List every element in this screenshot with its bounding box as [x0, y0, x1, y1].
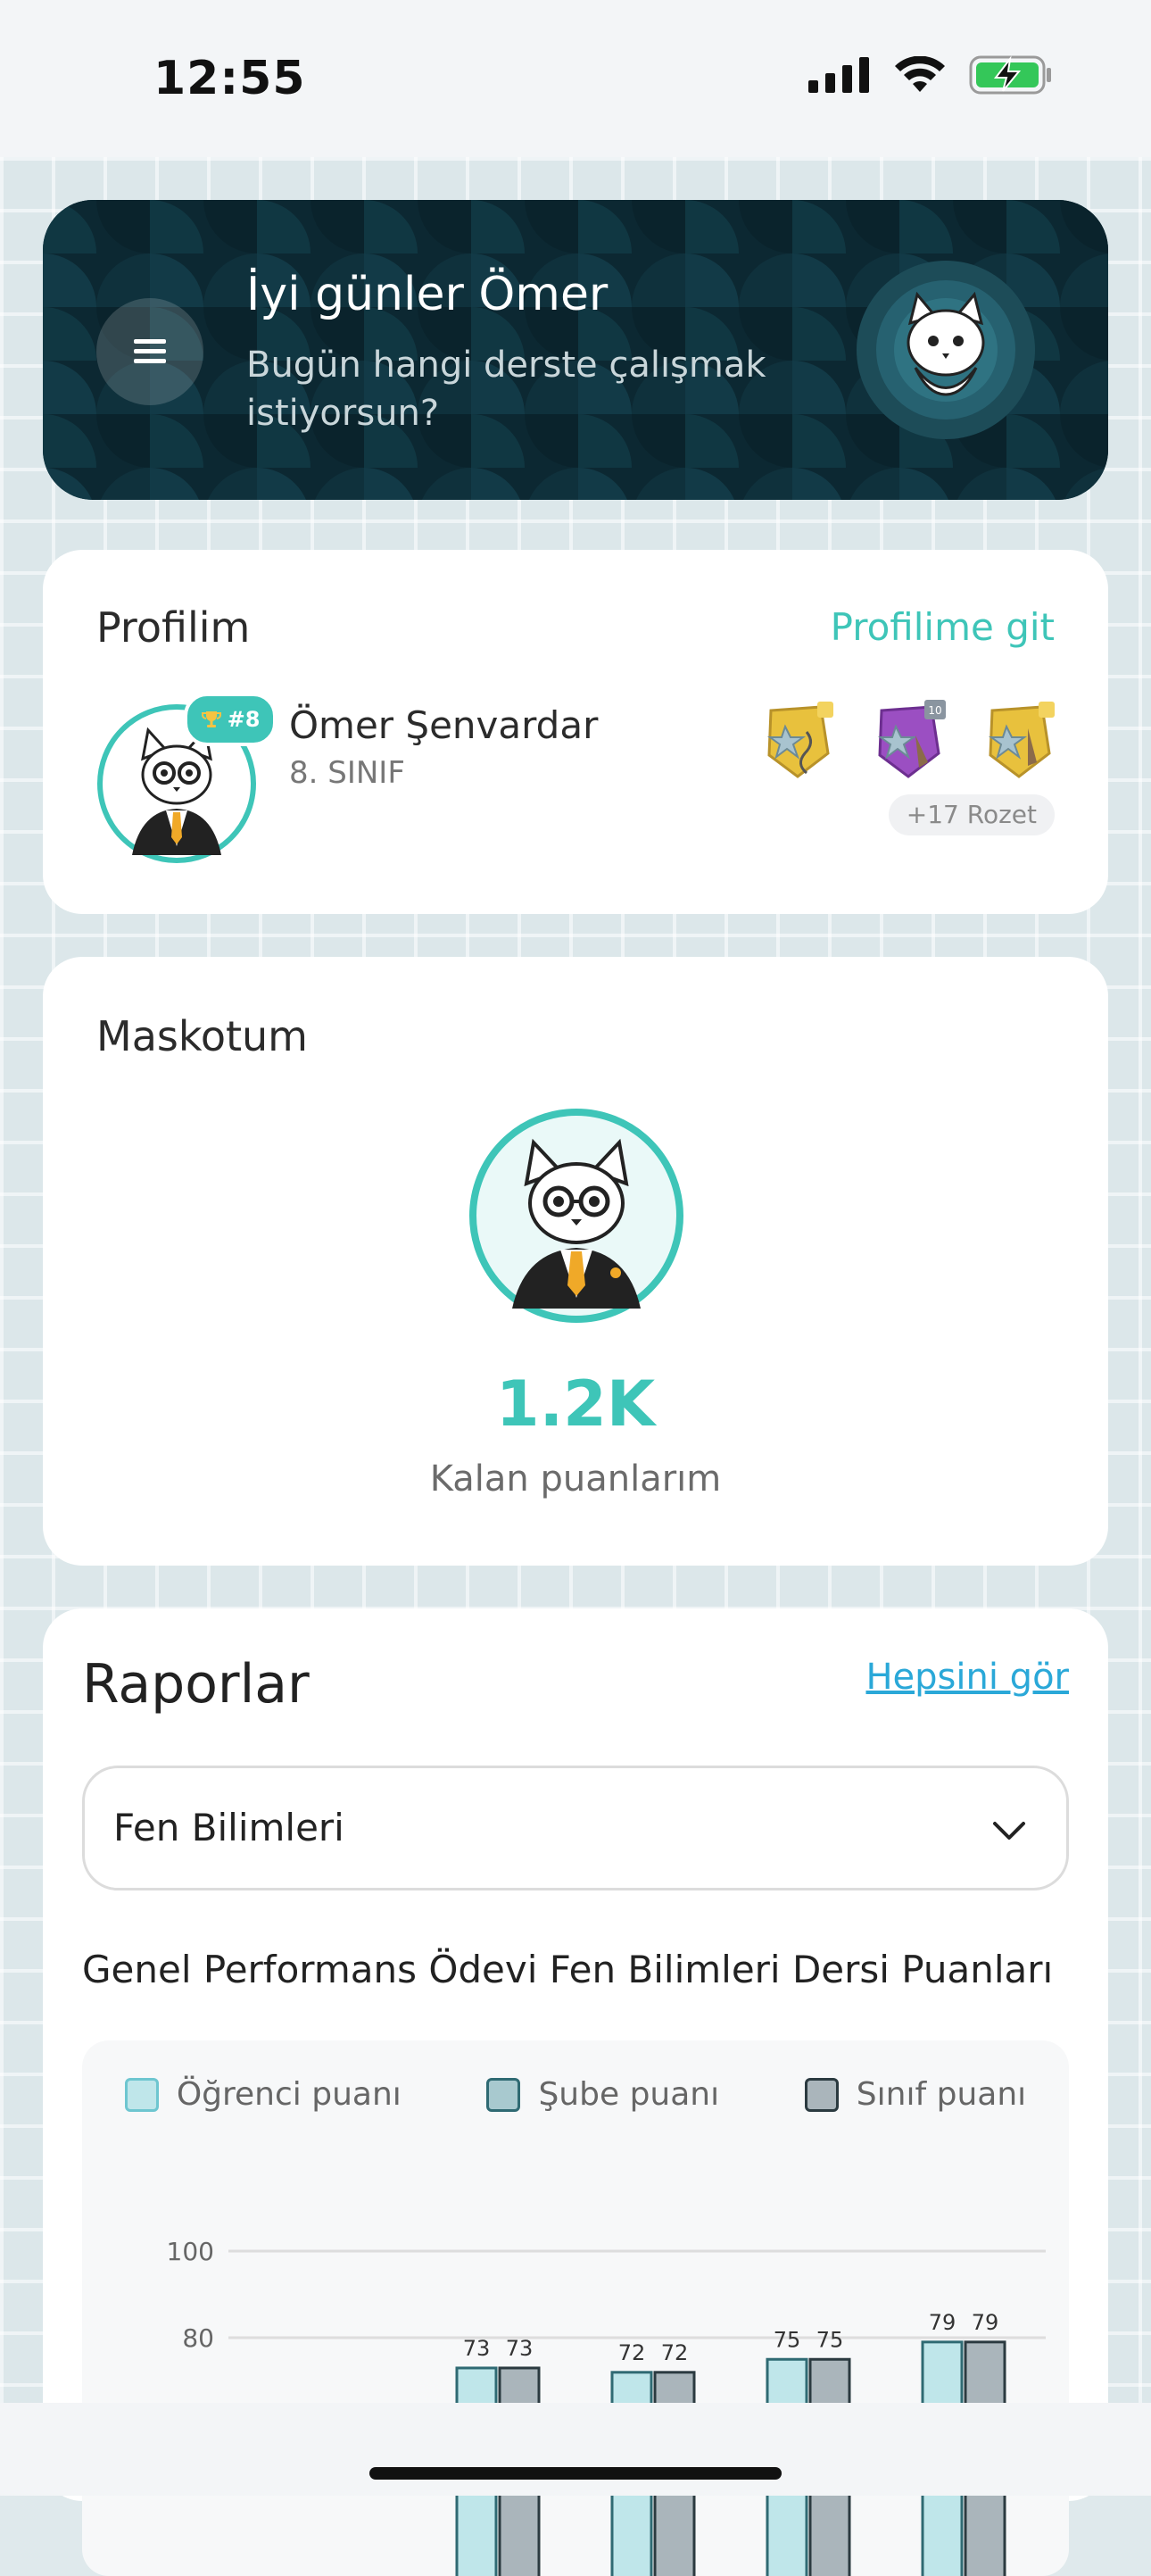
chart-heading: Genel Performans Ödevi Fen Bilimleri Der…: [82, 1948, 1054, 1991]
gold-tool-badge-icon: [988, 702, 1055, 778]
remaining-points-label: Kalan puanlarım: [429, 1458, 722, 1500]
see-all-link[interactable]: Hepsini gör: [865, 1657, 1069, 1698]
greeting-title: İyi günler Ömer: [246, 268, 609, 321]
legend-label-student: Öğrenci puanı: [176, 2076, 402, 2113]
more-badges-chip[interactable]: +17 Rozet: [888, 794, 1055, 835]
rank-label: #8: [227, 707, 261, 732]
bar-value-label: 73: [463, 2336, 491, 2361]
status-icons: [808, 55, 1053, 95]
user-class: 8. SINIF: [289, 755, 405, 791]
legend-class[interactable]: Sınıf puanı: [804, 2076, 1027, 2113]
subject-select[interactable]: Fen Bilimleri: [82, 1766, 1069, 1890]
bar-value-label: 75: [774, 2327, 801, 2352]
legend-student[interactable]: Öğrenci puanı: [124, 2076, 402, 2113]
bar-value-label: 79: [972, 2310, 999, 2335]
legend-label-section: Şube puanı: [538, 2076, 720, 2113]
rank-badge: #8: [184, 693, 277, 746]
status-bar: 12:55: [0, 0, 1151, 157]
bar-value-label: 72: [661, 2340, 689, 2365]
legend-swatch-student: [124, 2077, 159, 2112]
gold-dna-badge-icon: [766, 702, 833, 778]
bar-value-label: 73: [506, 2336, 534, 2361]
user-name: Ömer Şenvardar: [289, 703, 599, 747]
fox-mascot-icon: [857, 261, 1035, 439]
go-to-profile-link[interactable]: Profilime git: [831, 605, 1055, 649]
remaining-points-value: 1.2K: [495, 1367, 656, 1441]
subject-select-value: Fen Bilimleri: [113, 1806, 344, 1849]
wifi-icon: [895, 56, 945, 92]
y-tick-label: 100: [167, 2237, 214, 2266]
header-mascot-avatar[interactable]: [857, 261, 1035, 439]
legend-swatch-class: [804, 2077, 839, 2112]
trophy-icon: [201, 711, 221, 727]
legend-section[interactable]: Şube puanı: [486, 2076, 719, 2113]
home-indicator-area: [0, 2403, 1151, 2496]
menu-button[interactable]: [96, 298, 203, 405]
profile-card-title: Profilim: [96, 603, 251, 652]
chart-canvas: 100 80 73 73 72 72 75 75 79 79: [167, 2237, 1046, 2576]
hamburger-menu-icon: [134, 339, 166, 363]
battery-charging-icon: [969, 55, 1051, 95]
chart-legend: Öğrenci puanı Şube puanı Sınıf puanı: [82, 2076, 1069, 2113]
legend-label-class: Sınıf puanı: [856, 2076, 1027, 2113]
badge-level-label: 10: [928, 704, 941, 717]
purple-science-badge-icon: 10: [877, 700, 946, 778]
chevron-down-icon: [993, 1822, 1025, 1840]
y-tick-label: 80: [182, 2323, 214, 2353]
greeting-subtitle: Bugün hangi derste çalışmak istiyorsun?: [246, 345, 766, 434]
legend-swatch-section: [486, 2077, 521, 2112]
bar-value-label: 75: [816, 2327, 844, 2352]
bar-value-label: 72: [618, 2340, 646, 2365]
mascot-avatar[interactable]: [468, 1107, 685, 1325]
mascot-card-title: Maskotum: [96, 1012, 308, 1060]
performance-chart: 100 80 73 73 72 72 75 75 79 79 Öğrenci puanı Şube…: [82, 2040, 1069, 2576]
mascot-card: Maskotum 1.2K Kalan puanlarım: [43, 957, 1108, 1566]
status-time: 12:55: [153, 52, 306, 105]
reports-card: Raporlar Hepsini gör Fen Bilimleri Genel…: [43, 1608, 1108, 2576]
cellular-signal-icon: [808, 57, 869, 93]
bar-value-label: 79: [929, 2310, 956, 2335]
badge-list[interactable]: 10: [762, 700, 1058, 780]
profile-card: Profilim Profilime git #8 Ömer Şenvardar…: [43, 550, 1108, 914]
reports-title: Raporlar: [82, 1653, 310, 1716]
home-indicator[interactable]: [369, 2467, 782, 2480]
greeting-banner: İyi günler Ömer Bugün hangi derste çalış…: [43, 200, 1108, 500]
